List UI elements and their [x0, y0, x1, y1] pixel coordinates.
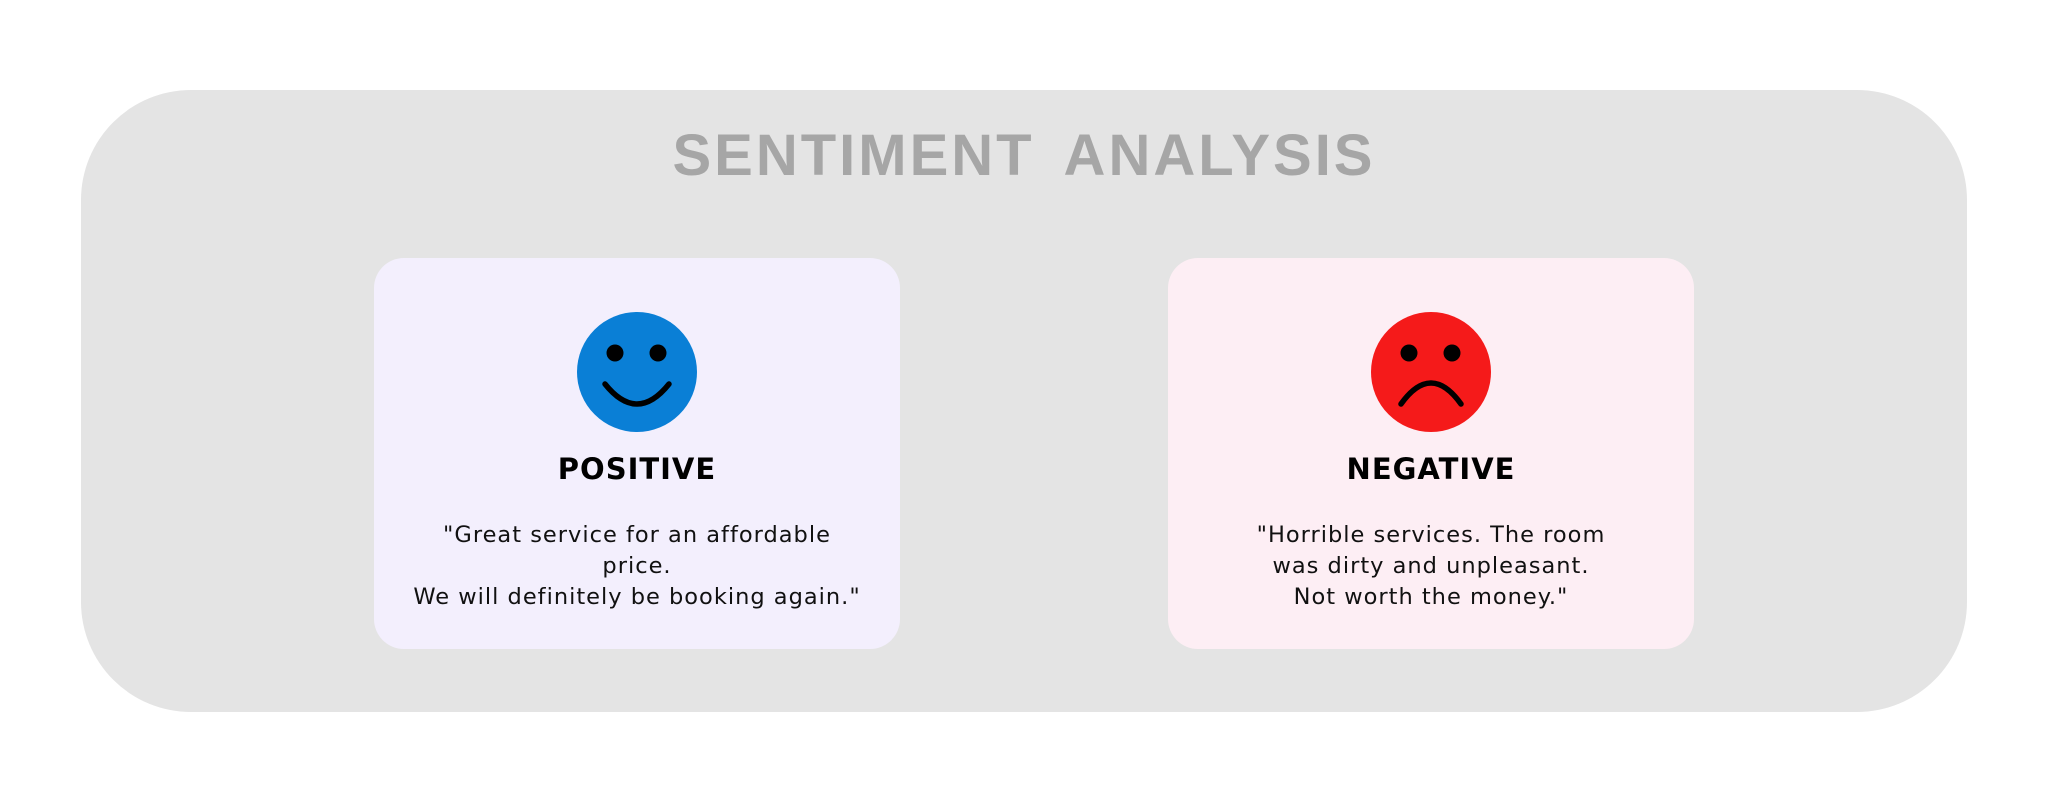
negative-quote: "Horrible services. The room was dirty a… [1168, 520, 1694, 613]
positive-quote-line: "Great service for an affordable [443, 522, 831, 548]
positive-quote-line: price. [602, 553, 672, 579]
negative-card: NEGATIVE "Horrible services. The room wa… [1168, 258, 1694, 649]
smiley-face-icon [577, 312, 697, 432]
negative-label: NEGATIVE [1346, 452, 1516, 486]
positive-quote-line: We will definitely be booking again." [413, 584, 861, 610]
negative-quote-line: Not worth the money." [1293, 584, 1569, 610]
positive-quote: "Great service for an affordable price. … [374, 520, 900, 613]
negative-quote-line: "Horrible services. The room [1256, 522, 1606, 548]
negative-quote-line: was dirty and unpleasant. [1272, 553, 1590, 579]
frowning-face-icon [1371, 312, 1491, 432]
positive-label: POSITIVE [557, 452, 717, 486]
page-title: SENTIMENT ANALYSIS [672, 123, 1376, 188]
positive-card: POSITIVE "Great service for an affordabl… [374, 258, 900, 649]
